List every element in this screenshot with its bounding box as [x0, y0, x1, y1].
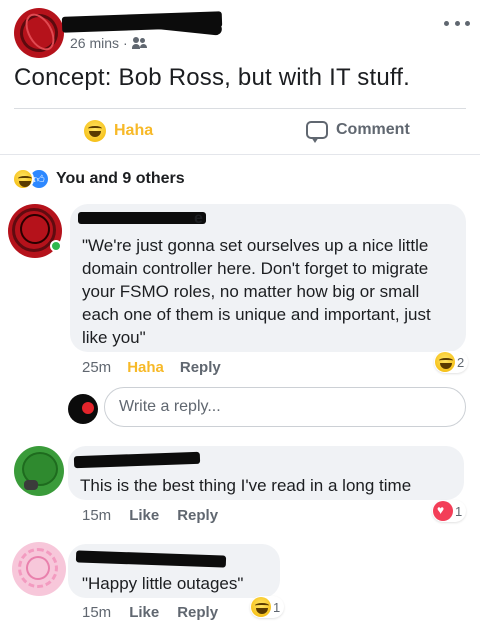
current-user-avatar	[68, 394, 98, 424]
comment-1-haha-icon	[435, 352, 455, 372]
comment-1-reaction-count[interactable]: 2	[434, 351, 469, 373]
post-time[interactable]: 26 mins	[70, 35, 119, 51]
comment-2-reaction-count-value: 1	[455, 503, 463, 519]
comment-2-reply-button[interactable]: Reply	[177, 507, 218, 524]
haha-button[interactable]: Haha	[84, 120, 153, 142]
comment-2-author-redacted	[73, 451, 201, 469]
comment-3-text: "Happy little outages"	[82, 574, 244, 593]
comment-3-meta: 15m Like Reply	[82, 604, 218, 621]
comment-2-meta: 15m Like Reply	[82, 507, 218, 524]
haha-emoji-icon	[84, 120, 106, 142]
comment-1-meta: 25m Haha Reply	[82, 359, 221, 376]
comment-1-author-fragment: e	[194, 210, 203, 227]
post-meta: 26 mins ·	[70, 35, 148, 51]
comment-icon	[306, 121, 328, 143]
action-divider	[0, 154, 480, 155]
comment-2-like-button[interactable]: Like	[129, 507, 159, 524]
comment-3-reaction-count[interactable]: 1	[250, 596, 285, 618]
reactions-summary-text: You and 9 others	[56, 170, 185, 187]
comment-1-reaction-count-value: 2	[457, 354, 465, 370]
haha-button-label: Haha	[114, 122, 154, 139]
post-author-avatar[interactable]	[14, 8, 64, 58]
comment-1-time[interactable]: 25m	[82, 359, 111, 376]
comment-2-time[interactable]: 15m	[82, 507, 111, 524]
comment-3-haha-icon	[251, 597, 271, 617]
comment-1-avatar-badge	[50, 240, 62, 252]
comment-1-author-redacted	[78, 212, 206, 224]
comment-1-text: "We're just gonna set ourselves up a nic…	[82, 236, 431, 347]
comment-3-like-button[interactable]: Like	[129, 604, 159, 621]
haha-reaction-icon	[12, 168, 34, 190]
comment-1-reply-button[interactable]: Reply	[180, 359, 221, 376]
reply-input[interactable]: Write a reply...	[104, 387, 466, 427]
comment-3-reply-button[interactable]: Reply	[177, 604, 218, 621]
comment-3-avatar[interactable]	[12, 542, 66, 596]
more-options-icon[interactable]	[444, 18, 470, 28]
comment-2-reaction-count[interactable]: 1	[432, 500, 467, 522]
comment-3-reaction-count-value: 1	[273, 599, 281, 615]
comment-2-text: This is the best thing I've read in a lo…	[80, 476, 412, 495]
comment-3-bubble: "Happy little outages"	[68, 544, 280, 598]
post-divider-top	[14, 108, 466, 109]
reactions-summary[interactable]: 👍︎ You and 9 others	[12, 168, 185, 190]
post-text: Concept: Bob Ross, but with IT stuff.	[14, 64, 411, 91]
comment-button[interactable]: Comment	[306, 121, 410, 143]
comment-1-haha-button[interactable]: Haha	[127, 359, 164, 376]
comment-3-author-redacted	[75, 550, 227, 568]
comment-2-bubble: This is the best thing I've read in a lo…	[68, 446, 464, 500]
comment-2-love-icon	[433, 501, 453, 521]
friends-icon	[131, 37, 148, 49]
comment-3-time[interactable]: 15m	[82, 604, 111, 621]
reply-input-placeholder: Write a reply...	[119, 398, 221, 415]
meta-separator: ·	[123, 35, 128, 51]
comment-2-avatar[interactable]	[14, 446, 64, 496]
comment-1-bubble: e "We're just gonna set ourselves up a n…	[70, 204, 466, 352]
comment-button-label: Comment	[336, 121, 410, 138]
